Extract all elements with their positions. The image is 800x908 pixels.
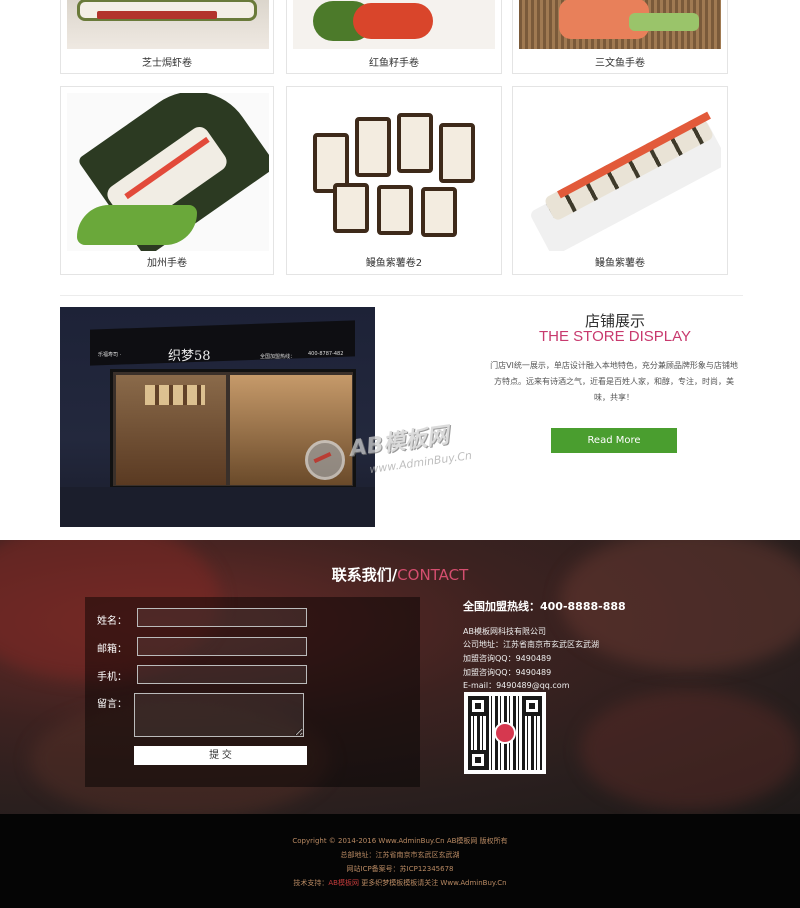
support-prefix: 技术支持： [293, 879, 329, 887]
product-card[interactable]: 鳗鱼紫薯卷 [512, 86, 728, 275]
store-description: 门店VI统一展示，单店设计融入本地特色，充分兼顾品牌形象与店铺地方特点。远来有诗… [490, 361, 738, 402]
name-field[interactable] [137, 608, 307, 627]
email-field[interactable] [137, 637, 307, 656]
phone-field[interactable] [137, 665, 307, 684]
store-sign-left: 乐福寿司 · [98, 352, 122, 358]
product-name: 芝士焗虾卷 [142, 58, 192, 69]
support-suffix: 更多织梦模板模板请关注 Www.AdminBuy.Cn [358, 879, 507, 887]
product-image [67, 93, 269, 251]
qr-code [464, 692, 546, 774]
product-image [293, 93, 495, 251]
message-field[interactable] [134, 693, 304, 737]
qq-line-1: 加盟咨询QQ：9490489 [463, 654, 552, 663]
product-card[interactable]: 鳗鱼紫薯卷2 [286, 86, 502, 275]
divider [60, 295, 743, 296]
store-image: 乐福寿司 · 织梦58 全国加盟热线： 400-8787-482 [60, 307, 375, 527]
footer-address: 总部地址：江苏省南京市玄武区玄武湖 [340, 851, 460, 859]
product-image [519, 0, 721, 49]
support-link[interactable]: AB模板网 [328, 879, 359, 887]
watermark: AB模板网 www.AdminBuy.Cn [305, 418, 505, 488]
ab-logo-icon [494, 722, 516, 744]
product-name: 鳗鱼紫薯卷 [595, 258, 645, 269]
product-name: 加州手卷 [147, 258, 187, 269]
name-label: 姓名： [97, 616, 127, 627]
submit-button[interactable]: 提 交 [134, 746, 307, 765]
product-name: 三文鱼手卷 [595, 58, 645, 69]
store-sign-phone: 400-8787-482 [308, 351, 344, 357]
qr-code-icon [468, 696, 542, 770]
company-address: 公司地址：江苏省南京市玄武区玄武湖 [463, 640, 599, 649]
contact-form: 姓名： 邮箱： 手机： 留言： 提 交 [85, 597, 420, 787]
email-label: 邮箱： [97, 644, 127, 655]
message-label: 留言： [97, 699, 127, 710]
footer-support: 技术支持：AB模板网 更多织梦模板模板请关注 Www.AdminBuy.Cn [0, 878, 800, 888]
product-card[interactable]: 加州手卷 [60, 86, 274, 275]
contact-title: 联系我们/CONTACT [0, 564, 800, 585]
contact-title-cn: 联系我们/ [331, 566, 398, 584]
product-image [67, 0, 269, 49]
product-image [293, 0, 495, 49]
store-sign-right: 全国加盟热线： [260, 354, 296, 360]
contact-title-en: CONTACT [397, 566, 469, 584]
product-image [519, 93, 721, 251]
contact-section: 联系我们/CONTACT 姓名： 邮箱： 手机： 留言： 提 交 全国加盟热线：… [0, 540, 800, 814]
store-sign-text: 织梦58 [168, 349, 211, 364]
footer-copyright: Copyright © 2014-2016 Www.AdminBuy.Cn AB… [292, 837, 508, 845]
product-card[interactable]: 芝士焗虾卷 [60, 0, 274, 74]
qq-line-2: 加盟咨询QQ：9490489 [463, 668, 552, 677]
product-card[interactable]: 三文鱼手卷 [512, 0, 728, 74]
company-name: AB模板网科技有限公司 [463, 627, 546, 636]
hotline: 全国加盟热线：400-8888-888 [463, 600, 626, 613]
read-more-button[interactable]: Read More [551, 428, 677, 453]
ab-logo-icon [305, 440, 345, 480]
store-subtitle: THE STORE DISPLAY [539, 328, 691, 345]
footer: Copyright © 2014-2016 Www.AdminBuy.Cn AB… [0, 814, 800, 908]
footer-icp: 网站ICP备案号：苏ICP12345678 [346, 865, 454, 873]
email-line: E-mail：9490489@qq.com [463, 681, 570, 690]
product-name: 红鱼籽手卷 [369, 58, 419, 69]
phone-label: 手机： [97, 672, 127, 683]
product-card[interactable]: 红鱼籽手卷 [286, 0, 502, 74]
product-name: 鳗鱼紫薯卷2 [365, 258, 423, 269]
